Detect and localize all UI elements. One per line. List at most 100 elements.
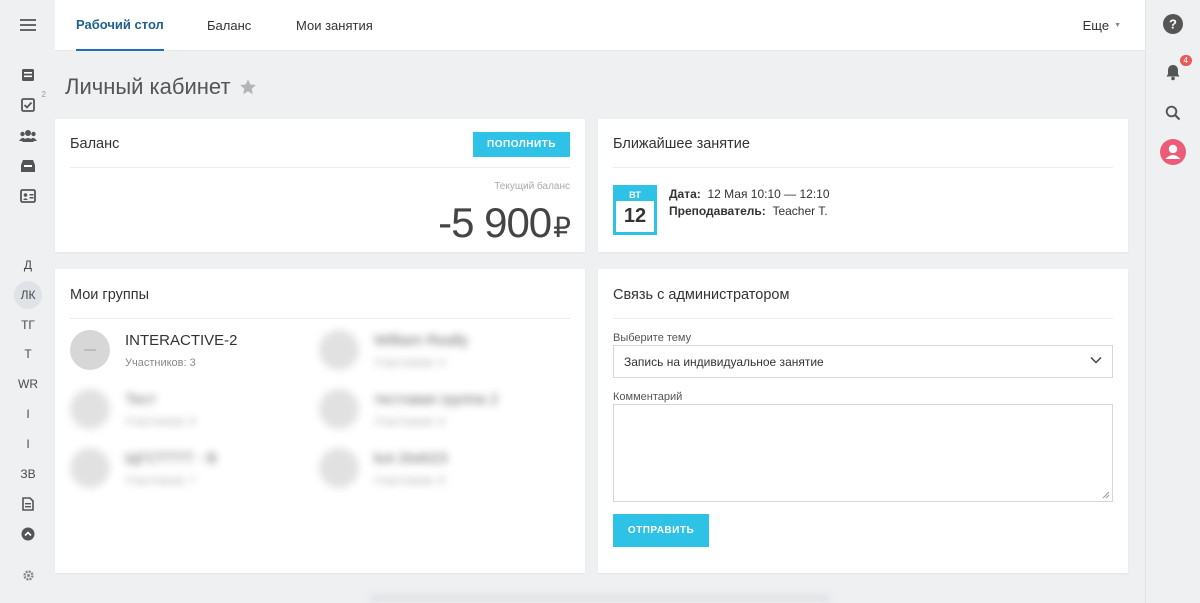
sidebar-item-label: Д	[23, 258, 33, 272]
id-card-icon[interactable]	[14, 182, 42, 210]
lesson-info: Дата: 12 Мая 10:10 — 12:10 Преподаватель…	[669, 186, 830, 220]
balance-value: -5 900	[438, 199, 552, 246]
settings-icon[interactable]	[14, 561, 42, 589]
sidebar-item-lk[interactable]: ЛК	[14, 281, 42, 309]
chevron-up-circle-icon[interactable]	[14, 520, 42, 548]
lesson-date-label: Дата:	[669, 187, 701, 201]
topic-select-value: Запись на индивидуальное занятие	[624, 354, 824, 369]
svg-text:?: ?	[1169, 17, 1177, 32]
group-item[interactable]: INTERACTIVE-2 Участников: 3	[70, 330, 238, 370]
group-name: William Really	[374, 331, 469, 349]
divider	[70, 318, 570, 319]
news-icon[interactable]	[14, 61, 42, 89]
sidebar-item-label: I	[26, 407, 30, 421]
sidebar-item-i2[interactable]: I	[14, 430, 42, 458]
group-item[interactable]: kot 2tst023 Участников: 8	[319, 448, 447, 488]
group-avatar	[319, 448, 359, 488]
calendar-icon: ВТ 12	[613, 185, 657, 235]
left-sidebar: 2 Д ЛК ТГ Т WR I I ЗВ	[0, 0, 55, 603]
menu-icon[interactable]	[14, 11, 42, 39]
topup-button[interactable]: ПОПОЛНИТЬ	[473, 132, 570, 157]
group-avatar	[319, 389, 359, 429]
sidebar-item-zv[interactable]: ЗВ	[14, 460, 42, 488]
topic-select[interactable]: Запись на индивидуальное занятие	[613, 345, 1113, 378]
next-lesson-title: Ближайшее занятие	[613, 136, 750, 152]
group-name: тестовая группа 2	[374, 390, 499, 408]
tab-my-lessons[interactable]: Мои занятия	[296, 0, 373, 51]
group-members: Участников: 3	[125, 356, 196, 369]
tasks-badge: 2	[41, 90, 46, 99]
group-avatar	[319, 330, 359, 370]
tasks-icon[interactable]: 2	[14, 90, 46, 119]
lesson-date-value: 12 Мая 10:10 — 12:10	[707, 187, 830, 201]
sidebar-item-t[interactable]: Т	[14, 340, 42, 368]
sidebar-item-label: ТГ	[21, 318, 35, 332]
caret-down-icon: ▼	[1114, 22, 1121, 29]
comment-label: Комментарий	[613, 391, 683, 403]
tab-dashboard[interactable]: Рабочий стол	[76, 0, 164, 51]
more-label: Еще	[1082, 18, 1110, 33]
sidebar-item-label: ЗВ	[20, 467, 36, 481]
sidebar-item-label: Т	[24, 347, 32, 361]
tab-balance[interactable]: Баланс	[207, 0, 251, 51]
currency-sign: ₽	[553, 212, 571, 243]
divider	[613, 167, 1113, 168]
balance-amount: -5 900₽	[438, 199, 571, 247]
calendar-weekday: ВТ	[616, 188, 654, 201]
document-icon[interactable]	[14, 490, 42, 518]
comment-textarea[interactable]	[613, 404, 1113, 502]
group-name: kot 2tst023	[374, 449, 448, 467]
calendar-day: 12	[623, 205, 647, 227]
sidebar-item-label: I	[26, 437, 30, 451]
bottom-shadow	[370, 594, 830, 603]
group-avatar	[70, 330, 110, 370]
groups-card-title: Мои группы	[70, 287, 149, 303]
contact-card-title: Связь с администратором	[613, 287, 790, 303]
group-name: INTERACTIVE-2	[125, 331, 238, 349]
star-icon[interactable]	[239, 78, 257, 96]
send-button[interactable]: ОТПРАВИТЬ	[613, 514, 709, 547]
contact-admin-card: Связь с администратором Выберите тему За…	[598, 269, 1128, 573]
notifications-icon[interactable]: 4	[1160, 55, 1192, 85]
group-members: Участников: 8	[374, 474, 445, 487]
group-item[interactable]: тестовая группа 2 Участников: 6	[319, 389, 498, 429]
group-item[interactable]: William Really Участников: 4	[319, 330, 468, 370]
topic-label: Выберите тему	[613, 332, 692, 344]
page-title-row: Личный кабинет	[65, 74, 257, 100]
sidebar-item-i1[interactable]: I	[14, 400, 42, 428]
sidebar-item-label: WR	[18, 377, 38, 391]
divider	[70, 167, 570, 168]
page-title: Личный кабинет	[65, 74, 231, 99]
sidebar-item-d[interactable]: Д	[14, 251, 42, 279]
right-sidebar: ? 4	[1145, 0, 1200, 603]
notifications-badge: 4	[1179, 55, 1192, 66]
resize-handle-icon[interactable]	[1102, 491, 1110, 499]
balance-card: Баланс ПОПОЛНИТЬ Текущий баланс -5 900₽	[55, 119, 585, 252]
groups-card: Мои группы INTERACTIVE-2 Участников: 3 W…	[55, 269, 585, 573]
inbox-icon[interactable]	[14, 152, 42, 180]
group-name: ЩГСТТТТ - В	[125, 449, 217, 467]
group-members: Участников: 7	[125, 474, 196, 487]
sidebar-item-label: ЛК	[20, 288, 36, 302]
help-icon[interactable]: ?	[1160, 11, 1186, 37]
current-balance-label: Текущий баланс	[494, 181, 570, 192]
group-avatar	[70, 448, 110, 488]
chevron-down-icon	[1090, 356, 1102, 364]
group-item[interactable]: ЩГСТТТТ - В Участников: 7	[70, 448, 217, 488]
users-icon[interactable]	[14, 122, 42, 150]
divider	[613, 318, 1113, 319]
search-icon[interactable]	[1160, 100, 1186, 126]
lesson-teacher-label: Преподаватель:	[669, 204, 766, 218]
group-members: Участников: 4	[374, 356, 445, 369]
lesson-teacher-value: Teacher T.	[772, 204, 828, 218]
group-name: Тест	[125, 390, 157, 408]
group-members: Участников: 6	[125, 415, 196, 428]
group-members: Участников: 6	[374, 415, 445, 428]
group-avatar	[70, 389, 110, 429]
group-item[interactable]: Тест Участников: 6	[70, 389, 196, 429]
next-lesson-card: Ближайшее занятие ВТ 12 Дата: 12 Мая 10:…	[598, 119, 1128, 252]
sidebar-item-wr[interactable]: WR	[14, 370, 42, 398]
sidebar-item-tg[interactable]: ТГ	[14, 311, 42, 339]
more-menu[interactable]: Еще ▼	[1083, 0, 1121, 51]
avatar[interactable]	[1160, 139, 1186, 165]
